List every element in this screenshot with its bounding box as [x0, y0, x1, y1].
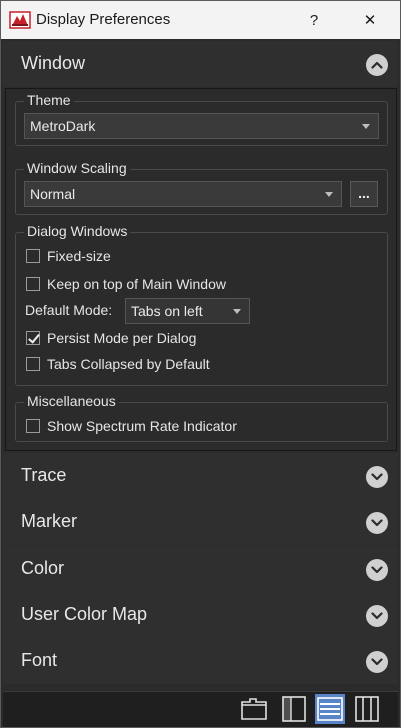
- section-label-window: Window: [21, 53, 86, 73]
- section-label-marker: Marker: [21, 511, 78, 531]
- theme-legend: Theme: [24, 92, 74, 108]
- default-mode-label: Default Mode:: [25, 302, 113, 318]
- tabs-collapsed-label: Tabs Collapsed by Default: [47, 356, 210, 372]
- section-label-font: Font: [21, 650, 58, 670]
- scaling-more-button[interactable]: ...: [350, 181, 378, 207]
- window-title: Display Preferences: [36, 11, 171, 28]
- chevron-down-icon[interactable]: [366, 605, 388, 627]
- theme-value: MetroDark: [30, 118, 96, 134]
- dropdown-arrow-icon: [325, 192, 333, 197]
- keep-on-top-checkbox[interactable]: [26, 277, 40, 291]
- keep-on-top-label: Keep on top of Main Window: [47, 276, 226, 292]
- app-icon: [9, 11, 31, 29]
- show-rate-label: Show Spectrum Rate Indicator: [47, 418, 237, 434]
- scaling-legend: Window Scaling: [24, 160, 130, 176]
- stacked-layout-icon[interactable]: [315, 694, 345, 724]
- show-rate-checkbox[interactable]: [26, 419, 40, 433]
- section-header-user-color-map[interactable]: User Color Map: [3, 592, 398, 638]
- tabs-collapsed-option[interactable]: Tabs Collapsed by Default: [26, 354, 210, 374]
- theme-dropdown[interactable]: MetroDark: [24, 113, 379, 139]
- tabs-collapsed-checkbox[interactable]: [26, 357, 40, 371]
- section-label-trace: Trace: [21, 465, 67, 485]
- section-header-window[interactable]: Window: [3, 41, 398, 87]
- side-panel-layout-icon[interactable]: [279, 694, 309, 724]
- section-header-color[interactable]: Color: [3, 546, 398, 592]
- chevron-down-icon[interactable]: [366, 559, 388, 581]
- title-bar: Display Preferences ? ✕: [1, 1, 400, 39]
- chevron-down-icon[interactable]: [366, 466, 388, 488]
- persist-mode-label: Persist Mode per Dialog: [47, 330, 197, 346]
- miscellaneous-legend: Miscellaneous: [24, 393, 119, 409]
- persist-mode-option[interactable]: Persist Mode per Dialog: [26, 328, 196, 348]
- chevron-up-icon[interactable]: [366, 54, 388, 76]
- section-label-color: Color: [21, 558, 65, 578]
- persist-mode-checkbox[interactable]: [26, 331, 40, 345]
- section-header-font[interactable]: Font: [3, 638, 398, 684]
- columns-layout-icon[interactable]: [352, 694, 382, 724]
- scaling-dropdown[interactable]: Normal: [24, 181, 342, 207]
- default-mode-dropdown[interactable]: Tabs on left: [125, 298, 250, 324]
- fixed-size-label: Fixed-size: [47, 248, 111, 264]
- dropdown-arrow-icon: [362, 124, 370, 129]
- section-header-marker[interactable]: Marker: [3, 499, 398, 545]
- section-header-trace[interactable]: Trace: [3, 453, 398, 499]
- dialog-windows-legend: Dialog Windows: [24, 223, 131, 239]
- dropdown-arrow-icon: [233, 309, 241, 314]
- window-section-panel: Theme MetroDark Window Scaling Normal ..…: [5, 88, 397, 451]
- scaling-value: Normal: [30, 186, 76, 202]
- chevron-down-icon[interactable]: [366, 512, 388, 534]
- keep-on-top-option[interactable]: Keep on top of Main Window: [26, 274, 226, 294]
- help-button[interactable]: ?: [291, 1, 337, 39]
- layout-toolbar: [3, 691, 398, 727]
- fixed-size-checkbox[interactable]: [26, 249, 40, 263]
- show-rate-option[interactable]: Show Spectrum Rate Indicator: [26, 416, 237, 436]
- fixed-size-option[interactable]: Fixed-size: [26, 246, 111, 266]
- default-mode-value: Tabs on left: [131, 303, 203, 319]
- display-preferences-window: Display Preferences ? ✕ Window Theme Met…: [0, 0, 401, 728]
- section-label-user-color-map: User Color Map: [21, 604, 148, 624]
- close-button[interactable]: ✕: [347, 1, 393, 39]
- chevron-down-icon[interactable]: [366, 651, 388, 673]
- tabbed-layout-icon[interactable]: [239, 694, 269, 724]
